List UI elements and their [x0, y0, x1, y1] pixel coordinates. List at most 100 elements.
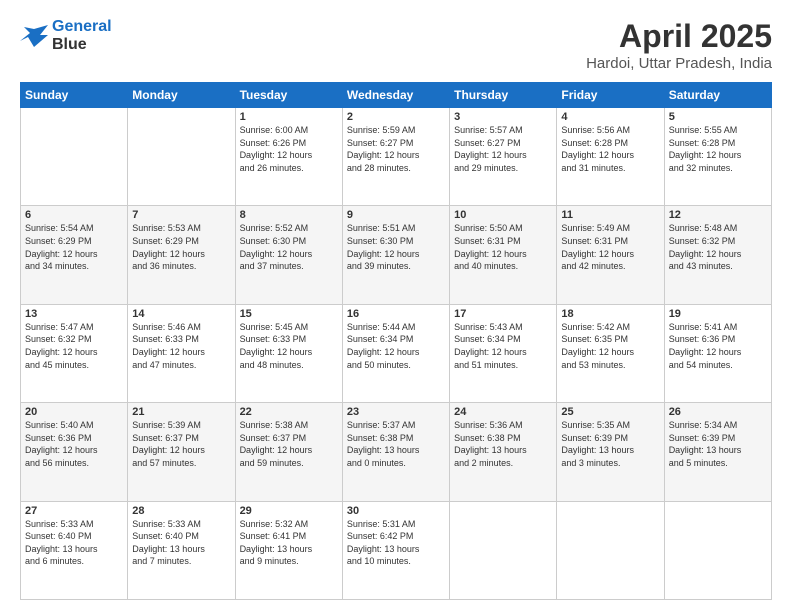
day-info: Sunrise: 5:34 AM Sunset: 6:39 PM Dayligh…: [669, 419, 767, 469]
calendar-cell: 23Sunrise: 5:37 AM Sunset: 6:38 PM Dayli…: [342, 403, 449, 501]
calendar-cell: 8Sunrise: 5:52 AM Sunset: 6:30 PM Daylig…: [235, 206, 342, 304]
calendar-cell: 4Sunrise: 5:56 AM Sunset: 6:28 PM Daylig…: [557, 108, 664, 206]
day-info: Sunrise: 5:50 AM Sunset: 6:31 PM Dayligh…: [454, 222, 552, 272]
calendar-cell: 14Sunrise: 5:46 AM Sunset: 6:33 PM Dayli…: [128, 304, 235, 402]
day-number: 8: [240, 209, 338, 221]
day-info: Sunrise: 5:32 AM Sunset: 6:41 PM Dayligh…: [240, 518, 338, 568]
day-info: Sunrise: 5:35 AM Sunset: 6:39 PM Dayligh…: [561, 419, 659, 469]
calendar-cell: [128, 108, 235, 206]
calendar-header-tuesday: Tuesday: [235, 83, 342, 108]
day-info: Sunrise: 5:31 AM Sunset: 6:42 PM Dayligh…: [347, 518, 445, 568]
calendar-table: SundayMondayTuesdayWednesdayThursdayFrid…: [20, 82, 772, 600]
day-info: Sunrise: 5:33 AM Sunset: 6:40 PM Dayligh…: [25, 518, 123, 568]
day-number: 4: [561, 111, 659, 123]
calendar-header-saturday: Saturday: [664, 83, 771, 108]
day-info: Sunrise: 5:48 AM Sunset: 6:32 PM Dayligh…: [669, 222, 767, 272]
day-info: Sunrise: 5:55 AM Sunset: 6:28 PM Dayligh…: [669, 124, 767, 174]
day-number: 16: [347, 308, 445, 320]
day-info: Sunrise: 5:38 AM Sunset: 6:37 PM Dayligh…: [240, 419, 338, 469]
calendar-cell: [557, 501, 664, 599]
day-number: 10: [454, 209, 552, 221]
day-info: Sunrise: 5:51 AM Sunset: 6:30 PM Dayligh…: [347, 222, 445, 272]
calendar-cell: [450, 501, 557, 599]
logo-text: General Blue: [52, 18, 112, 53]
calendar-cell: 27Sunrise: 5:33 AM Sunset: 6:40 PM Dayli…: [21, 501, 128, 599]
day-info: Sunrise: 5:45 AM Sunset: 6:33 PM Dayligh…: [240, 321, 338, 371]
calendar-cell: 5Sunrise: 5:55 AM Sunset: 6:28 PM Daylig…: [664, 108, 771, 206]
day-number: 21: [132, 406, 230, 418]
day-number: 15: [240, 308, 338, 320]
calendar-body: 1Sunrise: 6:00 AM Sunset: 6:26 PM Daylig…: [21, 108, 772, 600]
calendar-cell: 17Sunrise: 5:43 AM Sunset: 6:34 PM Dayli…: [450, 304, 557, 402]
logo-line1: General: [52, 18, 112, 35]
calendar-cell: 9Sunrise: 5:51 AM Sunset: 6:30 PM Daylig…: [342, 206, 449, 304]
calendar-cell: 28Sunrise: 5:33 AM Sunset: 6:40 PM Dayli…: [128, 501, 235, 599]
day-number: 12: [669, 209, 767, 221]
calendar-week-5: 27Sunrise: 5:33 AM Sunset: 6:40 PM Dayli…: [21, 501, 772, 599]
calendar-cell: 21Sunrise: 5:39 AM Sunset: 6:37 PM Dayli…: [128, 403, 235, 501]
calendar-cell: [664, 501, 771, 599]
day-number: 9: [347, 209, 445, 221]
day-info: Sunrise: 5:46 AM Sunset: 6:33 PM Dayligh…: [132, 321, 230, 371]
day-info: Sunrise: 5:54 AM Sunset: 6:29 PM Dayligh…: [25, 222, 123, 272]
day-info: Sunrise: 5:52 AM Sunset: 6:30 PM Dayligh…: [240, 222, 338, 272]
title-block: April 2025 Hardoi, Uttar Pradesh, India: [586, 18, 772, 72]
calendar-header-sunday: Sunday: [21, 83, 128, 108]
day-info: Sunrise: 5:47 AM Sunset: 6:32 PM Dayligh…: [25, 321, 123, 371]
day-number: 22: [240, 406, 338, 418]
day-number: 19: [669, 308, 767, 320]
day-number: 5: [669, 111, 767, 123]
day-info: Sunrise: 5:43 AM Sunset: 6:34 PM Dayligh…: [454, 321, 552, 371]
calendar-cell: 6Sunrise: 5:54 AM Sunset: 6:29 PM Daylig…: [21, 206, 128, 304]
logo-line2: Blue: [52, 36, 112, 54]
day-info: Sunrise: 5:44 AM Sunset: 6:34 PM Dayligh…: [347, 321, 445, 371]
day-info: Sunrise: 5:37 AM Sunset: 6:38 PM Dayligh…: [347, 419, 445, 469]
calendar-cell: 10Sunrise: 5:50 AM Sunset: 6:31 PM Dayli…: [450, 206, 557, 304]
subtitle: Hardoi, Uttar Pradesh, India: [586, 55, 772, 72]
day-number: 1: [240, 111, 338, 123]
day-info: Sunrise: 5:59 AM Sunset: 6:27 PM Dayligh…: [347, 124, 445, 174]
calendar-header-monday: Monday: [128, 83, 235, 108]
calendar-cell: 19Sunrise: 5:41 AM Sunset: 6:36 PM Dayli…: [664, 304, 771, 402]
day-info: Sunrise: 5:39 AM Sunset: 6:37 PM Dayligh…: [132, 419, 230, 469]
day-number: 25: [561, 406, 659, 418]
day-number: 3: [454, 111, 552, 123]
calendar-header-thursday: Thursday: [450, 83, 557, 108]
calendar-cell: 15Sunrise: 5:45 AM Sunset: 6:33 PM Dayli…: [235, 304, 342, 402]
day-number: 20: [25, 406, 123, 418]
calendar-header-friday: Friday: [557, 83, 664, 108]
day-number: 13: [25, 308, 123, 320]
calendar-cell: 29Sunrise: 5:32 AM Sunset: 6:41 PM Dayli…: [235, 501, 342, 599]
day-number: 11: [561, 209, 659, 221]
day-number: 2: [347, 111, 445, 123]
day-info: Sunrise: 5:40 AM Sunset: 6:36 PM Dayligh…: [25, 419, 123, 469]
day-number: 29: [240, 505, 338, 517]
day-info: Sunrise: 5:49 AM Sunset: 6:31 PM Dayligh…: [561, 222, 659, 272]
day-info: Sunrise: 6:00 AM Sunset: 6:26 PM Dayligh…: [240, 124, 338, 174]
calendar-cell: 24Sunrise: 5:36 AM Sunset: 6:38 PM Dayli…: [450, 403, 557, 501]
calendar-header-wednesday: Wednesday: [342, 83, 449, 108]
main-title: April 2025: [586, 18, 772, 55]
day-number: 18: [561, 308, 659, 320]
day-info: Sunrise: 5:33 AM Sunset: 6:40 PM Dayligh…: [132, 518, 230, 568]
calendar-cell: 30Sunrise: 5:31 AM Sunset: 6:42 PM Dayli…: [342, 501, 449, 599]
day-number: 23: [347, 406, 445, 418]
day-number: 30: [347, 505, 445, 517]
calendar-cell: 18Sunrise: 5:42 AM Sunset: 6:35 PM Dayli…: [557, 304, 664, 402]
calendar-cell: 22Sunrise: 5:38 AM Sunset: 6:37 PM Dayli…: [235, 403, 342, 501]
calendar-cell: 26Sunrise: 5:34 AM Sunset: 6:39 PM Dayli…: [664, 403, 771, 501]
calendar-cell: 7Sunrise: 5:53 AM Sunset: 6:29 PM Daylig…: [128, 206, 235, 304]
calendar-cell: 16Sunrise: 5:44 AM Sunset: 6:34 PM Dayli…: [342, 304, 449, 402]
day-info: Sunrise: 5:56 AM Sunset: 6:28 PM Dayligh…: [561, 124, 659, 174]
day-number: 24: [454, 406, 552, 418]
day-number: 17: [454, 308, 552, 320]
day-number: 14: [132, 308, 230, 320]
day-number: 27: [25, 505, 123, 517]
day-info: Sunrise: 5:36 AM Sunset: 6:38 PM Dayligh…: [454, 419, 552, 469]
calendar-cell: [21, 108, 128, 206]
header: General Blue April 2025 Hardoi, Uttar Pr…: [20, 18, 772, 72]
page: General Blue April 2025 Hardoi, Uttar Pr…: [0, 0, 792, 612]
calendar-cell: 1Sunrise: 6:00 AM Sunset: 6:26 PM Daylig…: [235, 108, 342, 206]
day-number: 26: [669, 406, 767, 418]
day-number: 6: [25, 209, 123, 221]
